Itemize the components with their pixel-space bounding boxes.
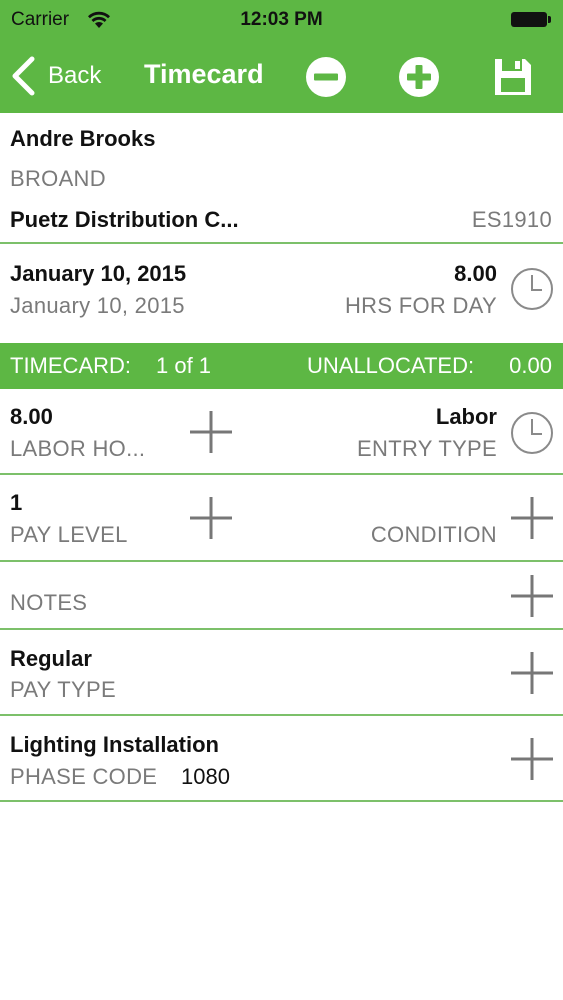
hours-for-day-label: HRS FOR DAY bbox=[344, 293, 497, 318]
timecard-band: TIMECARD: 1 of 1 UNALLOCATED: 0.00 bbox=[0, 343, 563, 389]
remove-button[interactable] bbox=[305, 56, 347, 98]
pay-level-condition-row: 1 PAY LEVEL CONDITION bbox=[0, 475, 563, 562]
clock-time: 12:03 PM bbox=[240, 9, 323, 30]
phase-name: Lighting Installation bbox=[10, 732, 219, 757]
employee-code: BROAND bbox=[10, 166, 106, 191]
unallocated-label: UNALLOCATED: bbox=[307, 353, 475, 378]
top-bar: Carrier 12:03 PM Back Timecard bbox=[0, 0, 563, 113]
timecard-label: TIMECARD: bbox=[10, 353, 131, 378]
pay-level-label: PAY LEVEL bbox=[10, 522, 128, 547]
plus-icon bbox=[190, 411, 232, 453]
notes-row[interactable]: NOTES bbox=[0, 562, 563, 630]
pay-type-value: Regular bbox=[10, 646, 92, 671]
minus-circle-icon bbox=[306, 57, 346, 97]
save-button[interactable] bbox=[492, 56, 534, 98]
plus-circle-icon bbox=[399, 57, 439, 97]
pay-type-label: PAY TYPE bbox=[10, 677, 116, 702]
day-date-sub: January 10, 2015 bbox=[10, 293, 185, 318]
clock-icon bbox=[511, 268, 553, 310]
page-title: Timecard bbox=[144, 59, 264, 89]
back-button[interactable]: Back bbox=[10, 54, 101, 98]
plus-icon bbox=[511, 497, 553, 539]
labor-hours-label: LABOR HO... bbox=[10, 436, 146, 461]
phase-code-add-button[interactable] bbox=[509, 736, 555, 782]
day-hours: 8.00 bbox=[454, 261, 497, 286]
phase-code-label: PHASE CODE bbox=[10, 764, 158, 789]
battery-icon bbox=[511, 12, 551, 27]
phase-code-value: 1080 bbox=[181, 764, 230, 789]
labor-hours-add-button[interactable] bbox=[188, 409, 234, 455]
navigation-bar: Back Timecard bbox=[0, 40, 563, 113]
condition-label: CONDITION bbox=[370, 522, 497, 547]
timecard-count: 1 of 1 bbox=[156, 353, 212, 378]
notes-label: NOTES bbox=[10, 590, 88, 615]
day-date: January 10, 2015 bbox=[10, 261, 187, 286]
labor-hours-value: 8.00 bbox=[10, 404, 53, 429]
pay-level-value: 1 bbox=[10, 490, 23, 515]
company-code: ES1910 bbox=[471, 207, 552, 232]
plus-icon bbox=[511, 738, 553, 780]
day-time-button[interactable] bbox=[510, 267, 554, 311]
status-bar: Carrier 12:03 PM bbox=[0, 0, 563, 40]
pay-level-add-button[interactable] bbox=[188, 495, 234, 541]
plus-icon bbox=[511, 575, 553, 617]
entry-type-label: ENTRY TYPE bbox=[357, 436, 497, 461]
plus-icon bbox=[511, 652, 553, 694]
labor-entry-row: 8.00 LABOR HO... Labor ENTRY TYPE bbox=[0, 389, 563, 475]
pay-type-row[interactable]: Regular PAY TYPE bbox=[0, 630, 563, 716]
entry-type-value: Labor bbox=[435, 404, 497, 429]
notes-add-button[interactable] bbox=[509, 573, 555, 619]
employee-section[interactable]: Andre Brooks BROAND Puetz Distribution C… bbox=[0, 113, 563, 244]
phase-code-row[interactable]: Lighting Installation PHASE CODE 1080 bbox=[0, 716, 563, 802]
add-button[interactable] bbox=[398, 56, 440, 98]
entry-time-button[interactable] bbox=[510, 411, 554, 455]
unallocated-value: 0.00 bbox=[509, 353, 552, 378]
plus-icon bbox=[190, 497, 232, 539]
pay-type-add-button[interactable] bbox=[509, 650, 555, 696]
day-section[interactable]: January 10, 2015 January 10, 2015 8.00 H… bbox=[0, 244, 563, 343]
condition-add-button[interactable] bbox=[509, 495, 555, 541]
save-icon bbox=[495, 59, 531, 95]
employee-name: Andre Brooks bbox=[10, 126, 156, 151]
clock-icon bbox=[511, 412, 553, 454]
back-label: Back bbox=[48, 62, 102, 89]
company-name: Puetz Distribution C... bbox=[10, 207, 239, 232]
chevron-left-icon bbox=[12, 56, 35, 96]
